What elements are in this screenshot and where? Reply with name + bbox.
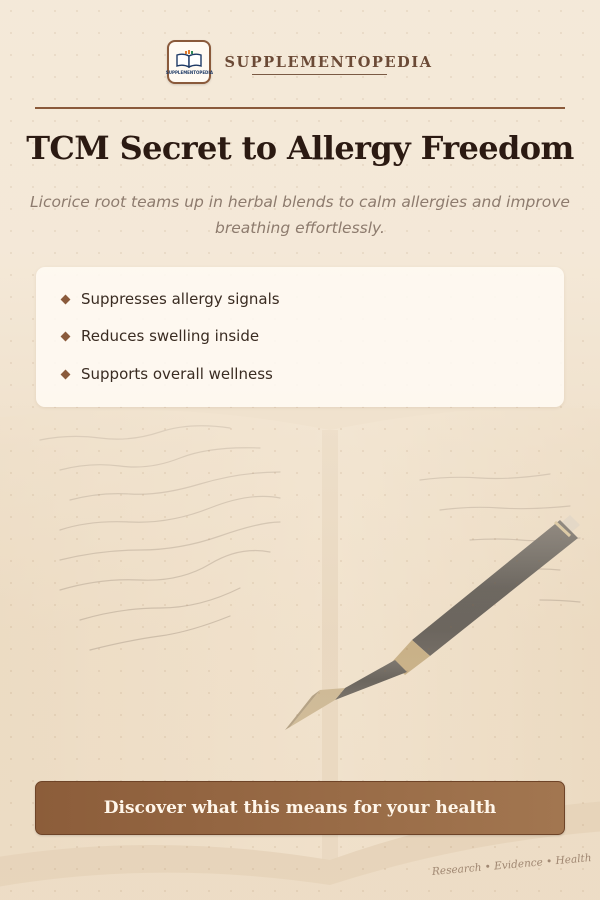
benefit-text: Suppresses allergy signals [81, 290, 280, 308]
page-title: TCM Secret to Allergy Freedom [26, 129, 574, 167]
cta-button[interactable]: Discover what this means for your health [35, 781, 565, 835]
brand-logo[interactable]: SUPPLEMENTOPEDIA [165, 40, 213, 84]
brand-name[interactable]: SUPPLEMENTOPEDIA [224, 54, 432, 71]
brand-underline [252, 73, 388, 75]
logo-text: SUPPLEMENTOPEDIA [165, 70, 213, 75]
diamond-bullet-icon [60, 331, 71, 341]
brand-name-wrap: SUPPLEMENTOPEDIA [224, 54, 432, 75]
diamond-bullet-icon [60, 294, 71, 304]
benefit-item: Suppresses allergy signals [60, 290, 280, 308]
diamond-bullet-icon [60, 369, 71, 379]
brand-header: SUPPLEMENTOPEDIA SUPPLEMENTOPEDIA [0, 40, 600, 84]
open-book-icon [176, 50, 203, 69]
benefits-card: Suppresses allergy signals Reduces swell… [36, 267, 564, 407]
page: SUPPLEMENTOPEDIA SUPPLEMENTOPEDIA TCM Se… [0, 0, 600, 900]
benefit-item: Reduces swelling inside [60, 327, 260, 345]
cta-button-label: Discover what this means for your health [103, 798, 497, 818]
benefit-item: Supports overall wellness [60, 365, 273, 383]
page-subtitle: Licorice root teams up in herbal blends … [30, 193, 570, 237]
benefit-text: Supports overall wellness [81, 365, 273, 383]
header-divider [35, 107, 565, 109]
benefit-text: Reduces swelling inside [81, 327, 260, 345]
